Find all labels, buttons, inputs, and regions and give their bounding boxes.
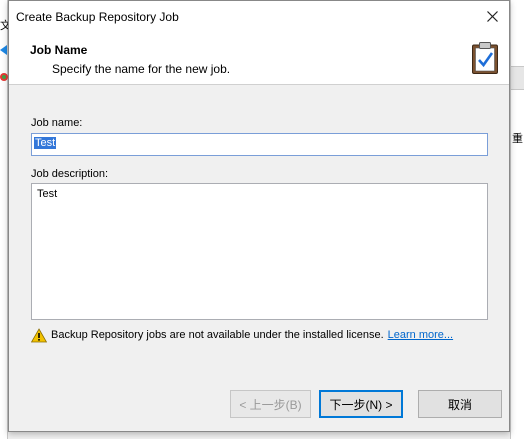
create-job-dialog: Create Backup Repository Job Job Name Sp…: [8, 0, 510, 432]
job-name-input[interactable]: Test: [31, 133, 488, 156]
background-glyph: 重: [512, 133, 523, 145]
warning-text: Backup Repository jobs are not available…: [51, 329, 384, 341]
clipboard-check-icon: [472, 42, 498, 74]
job-description-text: Test: [37, 188, 58, 200]
learn-more-link[interactable]: Learn more...: [388, 329, 453, 341]
background-app-left: 文: [0, 0, 11, 439]
background-arrow-icon: [0, 45, 7, 55]
job-description-label: Job description:: [31, 168, 109, 180]
background-app-right: 重: [510, 0, 524, 439]
wizard-header: Job Name Specify the name for the new jo…: [9, 31, 509, 85]
job-name-selected-text: Test: [34, 137, 57, 149]
page-title: Job Name: [30, 43, 88, 57]
title-bar: Create Backup Repository Job: [9, 1, 509, 31]
close-icon: [486, 10, 498, 22]
page-subtitle: Specify the name for the new job.: [52, 62, 231, 76]
back-button[interactable]: < 上一步(B): [230, 390, 311, 418]
background-app-icon: [0, 73, 8, 81]
background-strip: [511, 66, 524, 90]
warning-icon: [31, 327, 47, 343]
close-button[interactable]: [475, 1, 509, 31]
license-warning: Backup Repository jobs are not available…: [31, 326, 453, 344]
job-name-label: Job name:: [31, 117, 83, 129]
next-button[interactable]: 下一步(N) >: [319, 390, 403, 418]
window-title: Create Backup Repository Job: [16, 10, 179, 24]
job-description-input[interactable]: Test: [31, 183, 488, 320]
cancel-button[interactable]: 取消: [418, 390, 502, 418]
